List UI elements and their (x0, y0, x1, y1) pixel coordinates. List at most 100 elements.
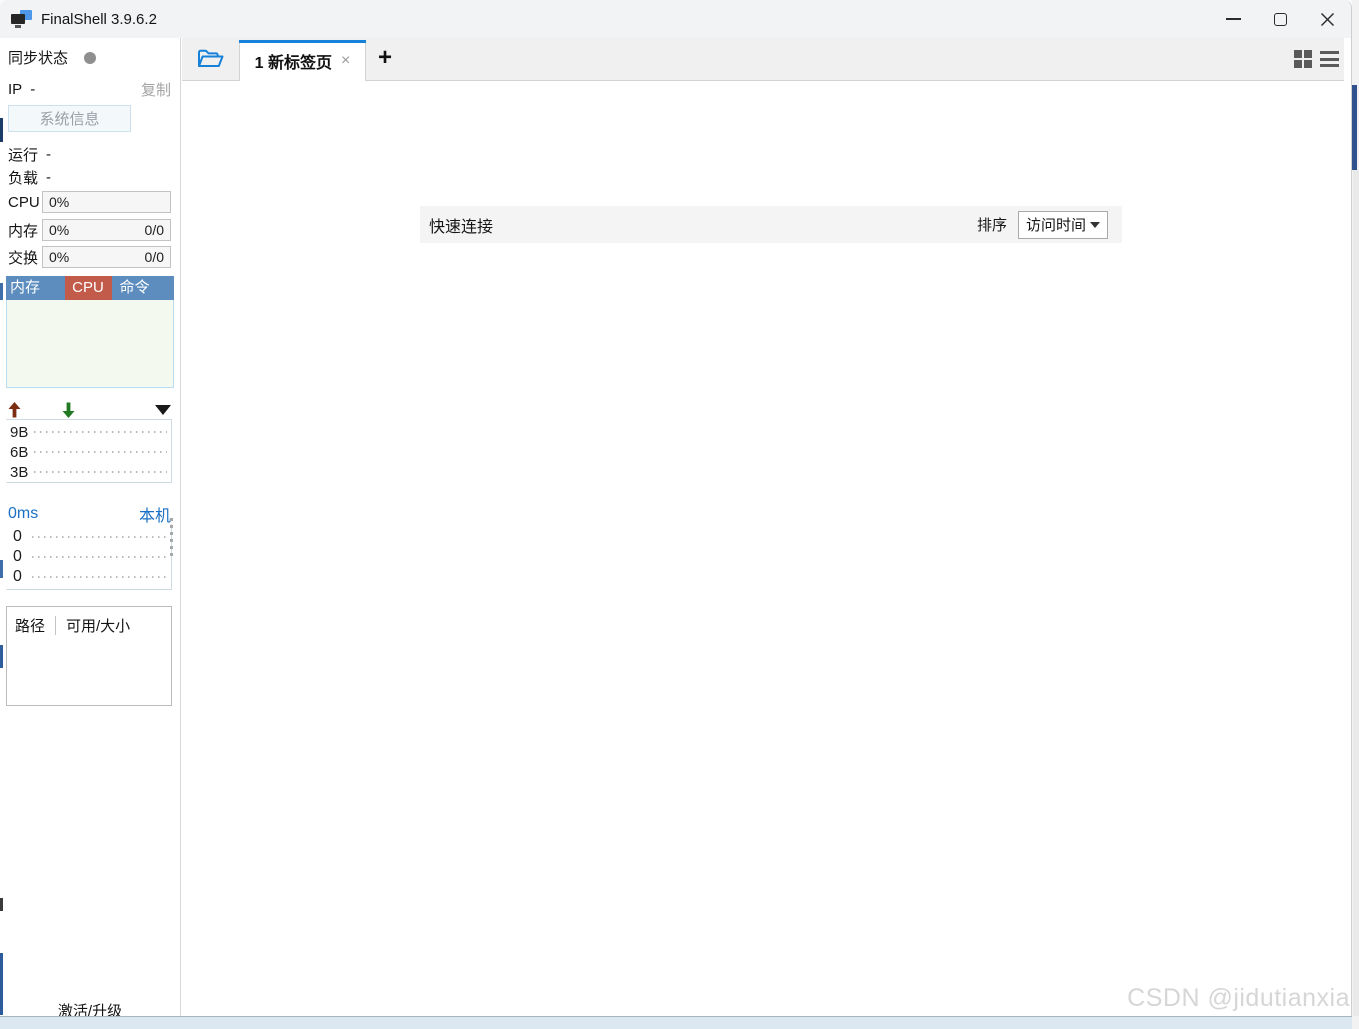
process-table-header: 内存 CPU 命令 (6, 276, 174, 300)
open-connections-button[interactable] (182, 38, 239, 80)
close-button[interactable] (1304, 0, 1351, 38)
swap-ratio: 0/0 (144, 249, 164, 265)
tab-content: 快速连接 排序 访问时间 (182, 81, 1344, 1016)
sort-order-dropdown[interactable]: 访问时间 (1018, 210, 1108, 239)
cpu-usage-value: 0% (49, 194, 70, 210)
chevron-down-icon (1090, 221, 1100, 228)
network-chart: 9B 6B 3B (6, 419, 172, 483)
sync-status-row: 同步状态 (8, 47, 171, 68)
main-area: 1 新标签页 × + 快速连接 排序 访问时间 (182, 38, 1344, 1016)
app-icon (11, 10, 32, 28)
net-tick-label: 9B (10, 423, 29, 441)
download-arrow-icon[interactable] (62, 402, 75, 418)
gridline (32, 556, 167, 558)
ping-chart-row: 0 (6, 567, 171, 587)
ping-tick-label: 0 (13, 568, 22, 585)
minimize-button[interactable] (1210, 0, 1257, 38)
ip-row: IP - 复制 (8, 79, 171, 100)
ip-value: - (30, 81, 36, 98)
process-column-memory[interactable]: 内存 (6, 276, 65, 300)
window-title: FinalShell 3.9.6.2 (41, 10, 157, 28)
memory-usage-field: 0% 0/0 (42, 219, 171, 241)
app-window: FinalShell 3.9.6.2 同步状态 IP - 复制 系统信息 运行 (0, 0, 1352, 1029)
net-chart-controls (8, 401, 171, 418)
swap-metric-row: 交换 0% 0/0 (8, 246, 171, 268)
system-info-button[interactable]: 系统信息 (8, 105, 131, 132)
ip-label: IP (8, 81, 23, 98)
ping-host-label: 本机 (138, 508, 171, 525)
bottom-status-strip (0, 1016, 1359, 1029)
tab-new-tab[interactable]: 1 新标签页 × (239, 40, 366, 81)
process-table: 内存 CPU 命令 (6, 276, 174, 388)
cpu-metric-row: CPU 0% (8, 191, 171, 213)
disk-table: 路径 可用/大小 (6, 606, 172, 706)
net-tick-label: 3B (10, 463, 29, 481)
load-row: 负载 - (8, 167, 171, 188)
sync-status-label: 同步状态 (8, 50, 69, 67)
net-chart-row: 3B (6, 462, 171, 482)
ping-tick-label: 0 (13, 548, 22, 565)
disk-column-path[interactable]: 路径 (15, 615, 45, 636)
sort-label: 排序 (976, 217, 1007, 234)
net-chart-row: 6B (6, 442, 171, 462)
background-artifact (0, 953, 3, 1015)
maximize-icon (1274, 12, 1287, 26)
gridline (32, 536, 167, 538)
tab-close-icon[interactable]: × (341, 52, 350, 69)
splitter-handle[interactable] (168, 518, 174, 556)
copy-ip-button[interactable]: 复制 (141, 79, 171, 100)
process-column-command[interactable]: 命令 (111, 276, 174, 300)
background-artifact (0, 560, 3, 578)
sidebar: 同步状态 IP - 复制 系统信息 运行 - 负载 - CPU 0% 内存 0% (0, 38, 181, 1020)
background-artifact (0, 645, 3, 668)
ping-chart-row: 0 (6, 547, 171, 567)
ping-latency: 0ms (8, 505, 39, 522)
ping-chart-row: 0 (6, 527, 171, 547)
memory-ratio: 0/0 (144, 222, 164, 238)
sort-group: 排序 访问时间 (976, 210, 1108, 239)
gridline (34, 451, 167, 453)
titlebar: FinalShell 3.9.6.2 (0, 0, 1351, 38)
load-label: 负载 (8, 170, 39, 187)
folder-open-icon (198, 49, 224, 67)
upload-arrow-icon[interactable] (8, 401, 21, 418)
run-row: 运行 - (8, 144, 171, 165)
memory-metric-row: 内存 0% 0/0 (8, 219, 171, 241)
net-chart-row: 9B (6, 422, 171, 442)
background-artifact (0, 118, 3, 142)
swap-usage-value: 0% (49, 249, 70, 265)
net-tick-label: 6B (10, 443, 29, 461)
maximize-button[interactable] (1257, 0, 1304, 38)
quick-connect-title: 快速连接 (429, 218, 494, 236)
chart-dropdown-icon[interactable] (155, 404, 171, 415)
sort-order-value: 访问时间 (1026, 217, 1087, 234)
memory-usage-value: 0% (49, 222, 70, 238)
swap-usage-field: 0% 0/0 (42, 246, 171, 268)
column-divider (55, 616, 57, 635)
active-tab-indicator (239, 40, 366, 43)
background-artifact (0, 283, 3, 300)
cpu-label: CPU (8, 193, 40, 211)
window-controls (1210, 0, 1351, 38)
ping-chart: 0 0 0 (6, 524, 172, 590)
process-column-cpu[interactable]: CPU (64, 276, 112, 300)
cpu-usage-field: 0% (42, 191, 171, 213)
new-tab-button[interactable]: + (366, 38, 404, 80)
background-artifact (1353, 170, 1359, 1016)
background-artifact (0, 898, 3, 911)
gridline (32, 576, 167, 578)
disk-column-size[interactable]: 可用/大小 (66, 615, 130, 636)
run-value: - (46, 146, 52, 163)
quick-connect-bar: 快速连接 排序 访问时间 (420, 206, 1122, 243)
watermark: CSDN @jidutianxia (1127, 984, 1350, 1012)
process-table-body (6, 300, 174, 388)
load-value: - (46, 169, 52, 186)
minimize-icon (1226, 18, 1241, 20)
gridline (34, 471, 167, 473)
ping-tick-label: 0 (13, 528, 22, 545)
layout-grid-icon[interactable] (1294, 50, 1312, 68)
close-icon (1321, 12, 1334, 26)
background-artifact (1352, 85, 1357, 170)
ping-header: 0ms 本机 (8, 502, 171, 526)
hamburger-menu-icon[interactable] (1320, 51, 1339, 67)
